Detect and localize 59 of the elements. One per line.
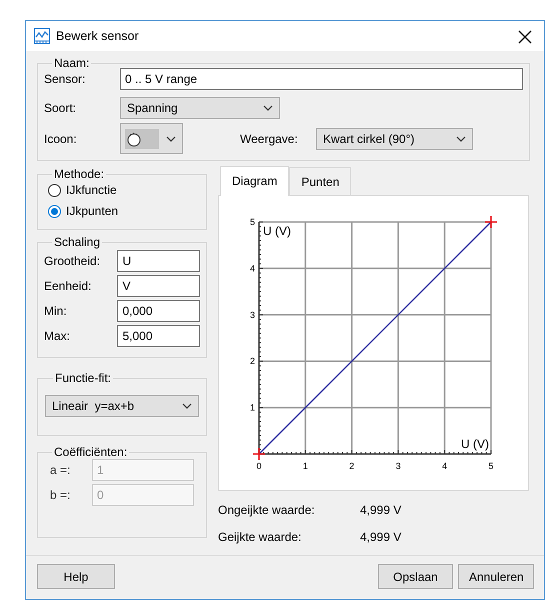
field-label: Icoon: [44, 130, 78, 148]
input-field[interactable]: 5,000 [117, 324, 200, 347]
fit-function-dropdown[interactable]: Lineair y=ax+b [45, 394, 199, 417]
point-marker[interactable] [484, 215, 498, 229]
field-label: Min: [44, 302, 68, 320]
cancel-button[interactable]: Annuleren [458, 564, 534, 590]
tick-label: 4 [250, 264, 255, 274]
point-marker[interactable] [252, 447, 266, 461]
tick-label: 1 [250, 402, 255, 413]
window-title: Bewerk sensor [56, 28, 139, 45]
field-label: Weergave: [240, 130, 299, 148]
chevron-down-icon [263, 105, 273, 112]
radio-label[interactable]: IJkfunctie [66, 181, 117, 200]
tick-label: 4 [442, 461, 448, 472]
tick-label: 2 [349, 461, 354, 472]
chevron-down-icon [166, 136, 176, 142]
radio-label[interactable]: IJkpunten [66, 202, 118, 220]
type-dropdown[interactable]: Spanning [120, 97, 280, 120]
reading-label: Ongeijkte waarde: [218, 502, 316, 520]
input-field[interactable]: 0,000 [117, 300, 200, 322]
field-label: Soort: [44, 100, 78, 118]
save-button[interactable]: Opslaan [378, 564, 453, 590]
tick-label: 2 [250, 356, 255, 366]
help-button[interactable]: Help [37, 564, 115, 590]
chevron-down-icon [456, 136, 466, 142]
tick-label: 3 [396, 461, 401, 472]
field-label: Max: [44, 328, 72, 345]
tab[interactable]: Punten [289, 167, 352, 196]
chevron-down-icon [182, 402, 192, 409]
reading-value: 4,999 V [360, 502, 402, 520]
group-label: Coëfficiënten: [53, 446, 128, 459]
tick-label: 0 [256, 461, 262, 472]
group-label: Methode: [53, 168, 106, 182]
input-field[interactable]: V [117, 274, 200, 297]
field-label: Grootheid: [44, 252, 102, 270]
reading-label: Geijkte waarde: [218, 529, 302, 546]
field-label: b =: [49, 486, 72, 504]
tick-label: 5 [250, 217, 255, 228]
tick-label: 1 [302, 461, 308, 472]
icon-dropdown[interactable] [120, 123, 183, 154]
group-label: Functie-fit: [54, 372, 112, 385]
tick-label: 5 [488, 461, 494, 472]
display-dropdown[interactable]: Kwart cirkel (90°) [316, 128, 473, 150]
axis-title: U (V) [263, 224, 291, 238]
reading-value: 4,999 V [360, 529, 402, 546]
sensor-dial-icon [125, 128, 159, 149]
field-label: Eenheid: [44, 278, 92, 295]
sensor-name-field[interactable]: 0 .. 5 V range [120, 68, 523, 90]
radio-button[interactable] [48, 204, 61, 218]
group-label: Naam: [53, 57, 90, 70]
input-field[interactable]: U [117, 250, 200, 272]
group-label: Schaling [53, 236, 102, 250]
radio-button[interactable] [48, 184, 61, 197]
field-label: a =: [49, 462, 72, 479]
sensor-chart-icon [34, 28, 50, 44]
tick-label: 3 [250, 310, 255, 320]
field-label: Sensor: [44, 71, 86, 88]
tab[interactable]: Diagram [220, 166, 290, 196]
axis-title: U (V) [461, 437, 489, 452]
